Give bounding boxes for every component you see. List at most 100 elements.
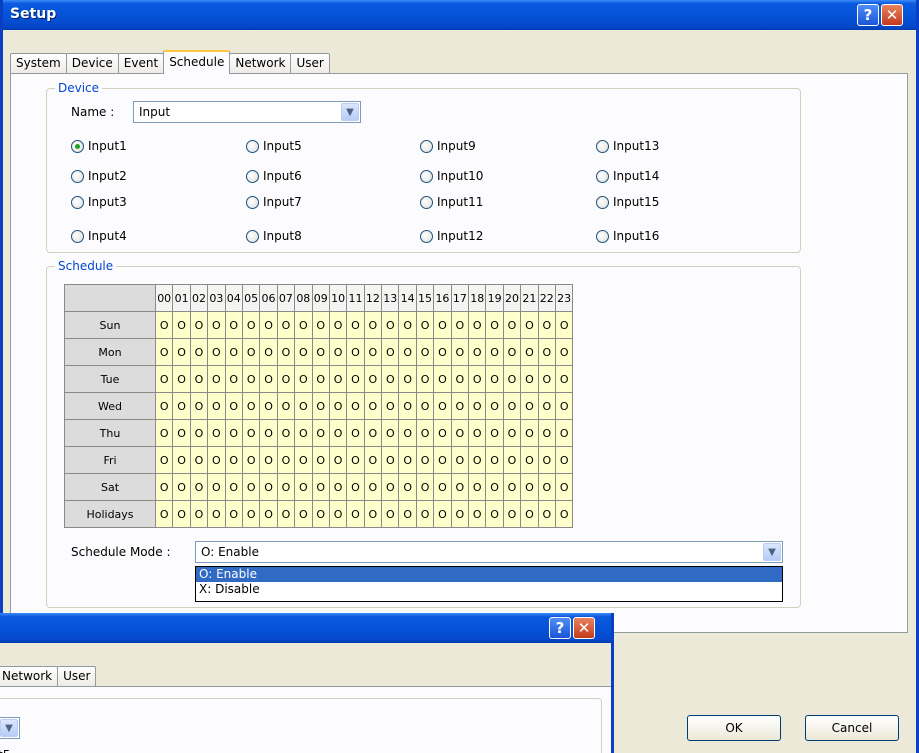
radio-input16[interactable]: Input16 [596, 229, 659, 243]
schedule-cell[interactable]: O [328, 338, 348, 366]
schedule-cell[interactable]: O [554, 473, 574, 501]
schedule-cell[interactable]: O [276, 473, 296, 501]
schedule-cell[interactable]: O [381, 419, 400, 447]
schedule-cell[interactable]: O [207, 392, 226, 420]
hour-header[interactable]: 16 [433, 284, 452, 312]
schedule-cell[interactable]: O [189, 419, 209, 447]
tab-network[interactable]: Network [229, 53, 292, 74]
day-header[interactable]: Sun [64, 311, 156, 339]
schedule-cell[interactable]: O [241, 365, 261, 393]
schedule-cell[interactable]: O [502, 392, 522, 420]
schedule-cell[interactable]: O [259, 365, 278, 393]
schedule-cell[interactable]: O [172, 446, 191, 474]
close-button[interactable]: ✕ [881, 4, 903, 26]
schedule-cell[interactable]: O [381, 392, 400, 420]
schedule-cell[interactable]: O [328, 446, 348, 474]
dropdown-option-disable[interactable]: X: Disable [196, 582, 782, 597]
hour-header[interactable]: 04 [224, 284, 243, 312]
radio-circle-icon[interactable] [246, 229, 259, 243]
schedule-cell[interactable]: O [537, 311, 556, 339]
schedule-cell[interactable]: O [224, 392, 243, 420]
schedule-cell[interactable]: O [398, 311, 417, 339]
hour-header[interactable]: 06 [259, 284, 278, 312]
radio-input4[interactable]: Input4 [71, 229, 127, 243]
schedule-cell[interactable]: O [415, 500, 435, 528]
schedule-cell[interactable]: O [207, 473, 226, 501]
schedule-cell[interactable]: O [502, 365, 522, 393]
schedule-cell[interactable]: O [450, 365, 470, 393]
schedule-cell[interactable]: O [381, 365, 400, 393]
schedule-cell[interactable]: O [415, 365, 435, 393]
schedule-cell[interactable]: O [433, 419, 452, 447]
schedule-cell[interactable]: O [241, 311, 261, 339]
schedule-cell[interactable]: O [172, 311, 191, 339]
radio-input11[interactable]: Input11 [420, 195, 483, 209]
schedule-cell[interactable]: O [433, 365, 452, 393]
schedule-cell[interactable]: O [154, 392, 174, 420]
schedule-cell[interactable]: O [537, 338, 556, 366]
day-header[interactable]: Thu [64, 419, 156, 447]
schedule-cell[interactable]: O [520, 500, 539, 528]
schedule-cell[interactable]: O [363, 500, 383, 528]
schedule-cell[interactable]: O [241, 446, 261, 474]
schedule-cell[interactable]: O [363, 419, 383, 447]
schedule-cell[interactable]: O [363, 473, 383, 501]
schedule-cell[interactable]: O [450, 473, 470, 501]
schedule-cell[interactable]: O [241, 338, 261, 366]
day-header[interactable]: Tue [64, 365, 156, 393]
schedule-cell[interactable]: O [311, 392, 330, 420]
title-bar-2[interactable]: ? ✕ [0, 613, 611, 643]
hour-header[interactable]: 13 [381, 284, 400, 312]
schedule-cell[interactable]: O [154, 500, 174, 528]
schedule-cell[interactable]: O [207, 365, 226, 393]
schedule-cell[interactable]: O [502, 419, 522, 447]
schedule-cell[interactable]: O [502, 500, 522, 528]
close-button-2[interactable]: ✕ [573, 617, 595, 639]
schedule-cell[interactable]: O [207, 338, 226, 366]
hour-header[interactable]: 07 [276, 284, 296, 312]
radio-input2[interactable]: Input2 [71, 169, 127, 183]
help-button[interactable]: ? [857, 4, 879, 26]
tab-device[interactable]: Device [65, 53, 119, 74]
schedule-cell[interactable]: O [207, 500, 226, 528]
radio-input15[interactable]: Input15 [596, 195, 659, 209]
hour-header[interactable]: 20 [502, 284, 522, 312]
hour-header[interactable]: 08 [294, 284, 313, 312]
schedule-cell[interactable]: O [241, 392, 261, 420]
radio-circle-icon[interactable] [596, 195, 609, 209]
schedule-cell[interactable]: O [346, 338, 365, 366]
hour-header[interactable]: 15 [415, 284, 435, 312]
schedule-cell[interactable]: O [259, 392, 278, 420]
schedule-cell[interactable]: O [172, 392, 191, 420]
radio-circle-icon[interactable] [420, 195, 433, 209]
radio-circle-icon[interactable] [71, 139, 84, 153]
schedule-cell[interactable]: O [294, 338, 313, 366]
tab-user[interactable]: User [290, 53, 330, 74]
schedule-cell[interactable]: O [294, 419, 313, 447]
schedule-cell[interactable]: O [207, 446, 226, 474]
schedule-cell[interactable]: O [154, 419, 174, 447]
schedule-cell[interactable]: O [328, 500, 348, 528]
schedule-cell[interactable]: O [520, 473, 539, 501]
schedule-cell[interactable]: O [346, 473, 365, 501]
schedule-cell[interactable]: O [189, 392, 209, 420]
schedule-cell[interactable]: O [537, 392, 556, 420]
schedule-cell[interactable]: O [189, 446, 209, 474]
schedule-cell[interactable]: O [241, 419, 261, 447]
schedule-cell[interactable]: O [346, 446, 365, 474]
schedule-cell[interactable]: O [381, 500, 400, 528]
radio-circle-icon[interactable] [71, 169, 84, 183]
schedule-cell[interactable]: O [381, 338, 400, 366]
schedule-cell[interactable]: O [224, 473, 243, 501]
hour-header[interactable]: 03 [207, 284, 226, 312]
day-header[interactable]: Fri [64, 446, 156, 474]
tab-system[interactable]: System [10, 53, 67, 74]
schedule-cell[interactable]: O [485, 500, 504, 528]
hour-header[interactable]: 14 [398, 284, 417, 312]
schedule-cell[interactable]: O [259, 311, 278, 339]
schedule-cell[interactable]: O [485, 311, 504, 339]
schedule-cell[interactable]: O [381, 311, 400, 339]
schedule-cell[interactable]: O [468, 500, 487, 528]
hour-header[interactable]: 19 [485, 284, 504, 312]
radio-circle-icon[interactable] [596, 169, 609, 183]
